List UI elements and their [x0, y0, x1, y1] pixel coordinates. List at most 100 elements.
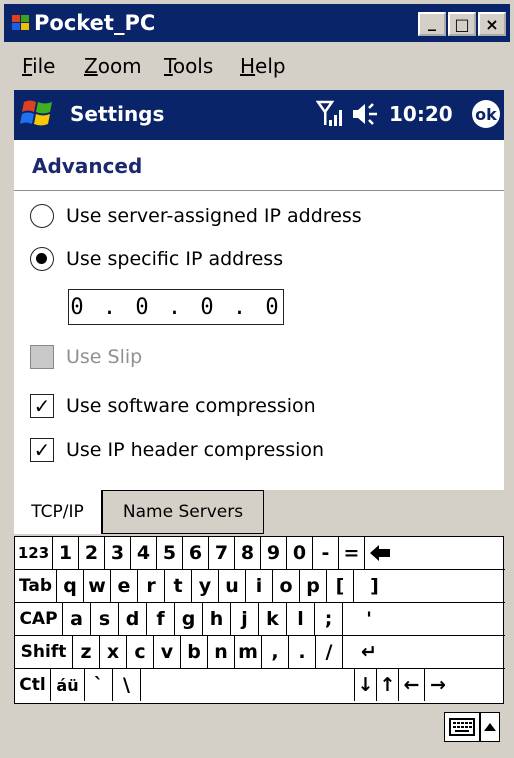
triangle-up-icon [484, 723, 496, 731]
signal-icon[interactable] [316, 100, 342, 128]
keyboard-row-1: 123 1 2 3 4 5 6 7 8 9 0 - = [15, 537, 505, 570]
key-slash[interactable]: / [316, 636, 343, 668]
key-left-bracket[interactable]: [ [327, 570, 354, 602]
key-2[interactable]: 2 [79, 537, 105, 569]
key-a[interactable]: a [63, 603, 91, 635]
radio-specific-ip-label: Use specific IP address [66, 248, 284, 270]
ip-header-compression-checkbox[interactable]: ✓ [30, 438, 54, 462]
close-icon: × [485, 14, 499, 34]
start-icon[interactable] [18, 96, 58, 132]
key-6[interactable]: 6 [183, 537, 209, 569]
key-semicolon[interactable]: ; [315, 603, 343, 635]
radio-server-assigned-circle[interactable] [30, 204, 54, 228]
input-panel-menu-button[interactable] [480, 712, 500, 742]
input-panel-button[interactable] [444, 712, 480, 742]
app-icon [12, 15, 29, 30]
key-period[interactable]: . [289, 636, 316, 668]
menu-tools[interactable]: Tools [164, 54, 213, 78]
title-bar[interactable]: Pocket_PC _ □ × [4, 4, 510, 42]
key-l[interactable]: l [287, 603, 315, 635]
key-1[interactable]: 1 [53, 537, 79, 569]
maximize-button[interactable]: □ [448, 12, 476, 36]
key-k[interactable]: k [259, 603, 287, 635]
key-intl[interactable]: áü [51, 669, 85, 701]
tab-tcpip[interactable]: TCP/IP [14, 490, 102, 534]
key-ctrl[interactable]: Ctl [15, 669, 51, 701]
key-tab[interactable]: Tab [15, 570, 57, 602]
menu-zoom[interactable]: Zoom [84, 54, 142, 78]
key-backslash[interactable]: \ [113, 669, 141, 701]
key-minus[interactable]: - [313, 537, 339, 569]
key-r[interactable]: r [138, 570, 165, 602]
key-p[interactable]: p [300, 570, 327, 602]
ip-header-compression-label: Use IP header compression [66, 439, 325, 461]
menu-help[interactable]: Help [240, 54, 286, 78]
speaker-icon[interactable] [351, 102, 379, 126]
key-enter[interactable]: ↵ [343, 636, 395, 668]
checkmark-icon: ✓ [33, 438, 51, 462]
key-9[interactable]: 9 [261, 537, 287, 569]
key-left-arrow[interactable]: ← [399, 669, 425, 701]
ip-header-compression-option[interactable]: ✓ Use IP header compression [30, 438, 324, 462]
navigation-bar: Settings 10:20 ok [14, 90, 504, 140]
key-right-bracket[interactable]: ] [354, 570, 395, 602]
key-v[interactable]: v [154, 636, 181, 668]
key-o[interactable]: o [273, 570, 300, 602]
ip-address-field[interactable]: 0 . 0 . 0 . 0 [68, 289, 284, 325]
key-equals[interactable]: = [339, 537, 365, 569]
key-i[interactable]: i [246, 570, 273, 602]
key-comma[interactable]: , [262, 636, 289, 668]
key-w[interactable]: w [84, 570, 111, 602]
key-8[interactable]: 8 [235, 537, 261, 569]
tab-name-servers[interactable]: Name Servers [102, 490, 264, 534]
key-caps[interactable]: CAP [15, 603, 63, 635]
key-x[interactable]: x [100, 636, 127, 668]
key-backtick[interactable]: ` [85, 669, 113, 701]
key-down-arrow[interactable]: ↓ [355, 669, 377, 701]
key-f[interactable]: f [147, 603, 175, 635]
key-t[interactable]: t [165, 570, 192, 602]
key-0[interactable]: 0 [287, 537, 313, 569]
key-3[interactable]: 3 [105, 537, 131, 569]
keyboard-row-4: Shift z x c v b n m , . / ↵ [15, 636, 505, 669]
window-title: Pocket_PC [34, 11, 156, 35]
key-123[interactable]: 123 [15, 537, 53, 569]
key-b[interactable]: b [181, 636, 208, 668]
key-h[interactable]: h [203, 603, 231, 635]
key-5[interactable]: 5 [157, 537, 183, 569]
radio-specific-ip[interactable]: Use specific IP address [30, 247, 283, 271]
key-shift[interactable]: Shift [15, 636, 73, 668]
keyboard-row-2: Tab q w e r t y u i o p [ ] [15, 570, 505, 603]
key-d[interactable]: d [119, 603, 147, 635]
software-compression-checkbox[interactable]: ✓ [30, 394, 54, 418]
key-n[interactable]: n [208, 636, 235, 668]
key-s[interactable]: s [91, 603, 119, 635]
key-u[interactable]: u [219, 570, 246, 602]
radio-specific-ip-circle[interactable] [30, 247, 54, 271]
key-m[interactable]: m [235, 636, 262, 668]
key-e[interactable]: e [111, 570, 138, 602]
key-g[interactable]: g [175, 603, 203, 635]
radio-server-assigned-label: Use server-assigned IP address [66, 205, 362, 227]
minimize-button[interactable]: _ [418, 12, 446, 36]
key-space[interactable] [141, 669, 355, 701]
key-4[interactable]: 4 [131, 537, 157, 569]
backspace-key[interactable] [365, 537, 395, 569]
key-right-arrow[interactable]: → [425, 669, 451, 701]
key-y[interactable]: y [192, 570, 219, 602]
key-7[interactable]: 7 [209, 537, 235, 569]
key-up-arrow[interactable]: ↑ [377, 669, 399, 701]
close-button[interactable]: × [478, 12, 506, 36]
keyboard-row-5: Ctl áü ` \ ↓ ↑ ← → [15, 669, 505, 702]
key-j[interactable]: j [231, 603, 259, 635]
key-q[interactable]: q [57, 570, 84, 602]
software-compression-option[interactable]: ✓ Use software compression [30, 394, 316, 418]
key-z[interactable]: z [73, 636, 100, 668]
key-c[interactable]: c [127, 636, 154, 668]
menu-file[interactable]: File [22, 54, 55, 78]
backspace-icon [370, 545, 390, 561]
clock-time[interactable]: 10:20 [389, 102, 453, 126]
radio-server-assigned[interactable]: Use server-assigned IP address [30, 204, 362, 228]
key-apostrophe[interactable]: ' [343, 603, 395, 635]
ok-button[interactable]: ok [472, 100, 500, 128]
